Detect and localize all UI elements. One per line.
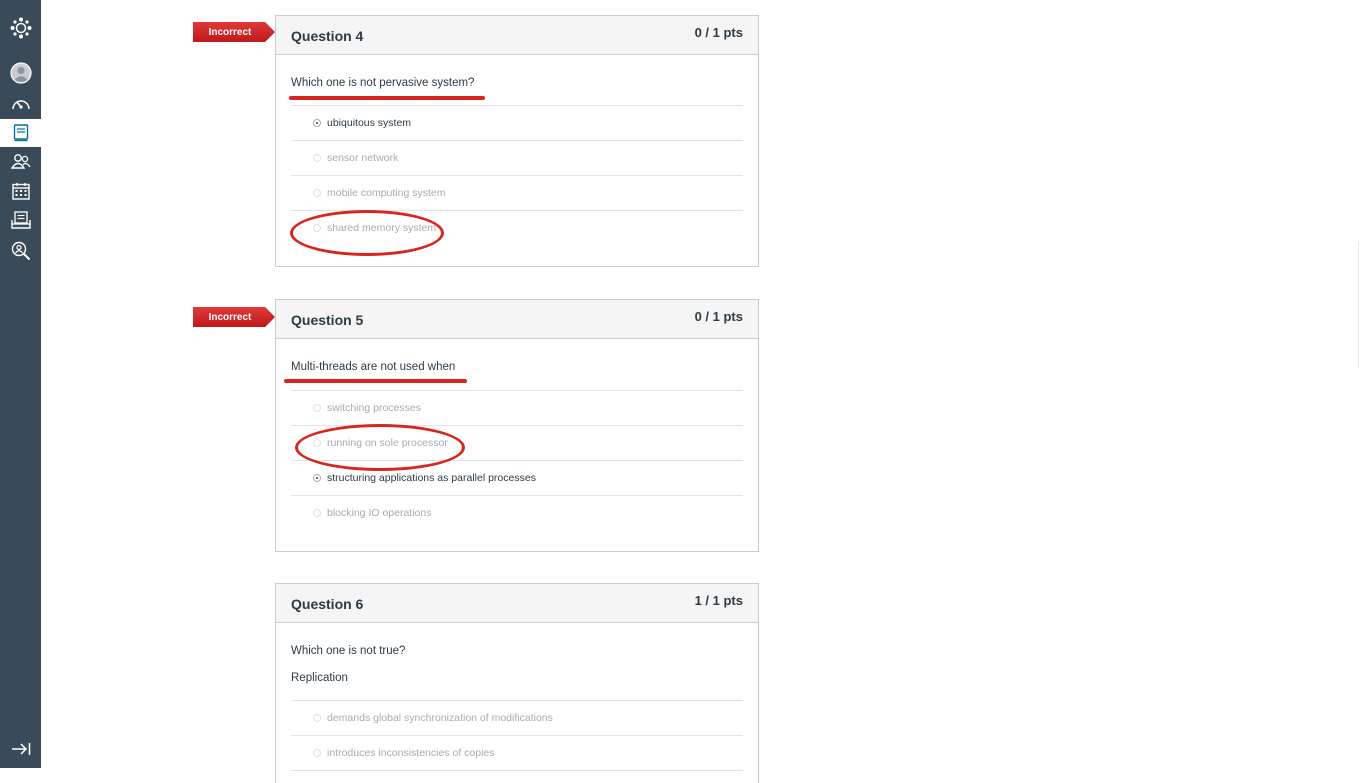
radio-icon[interactable] — [313, 119, 321, 127]
question-card: Question 6 1 / 1 pts Which one is not tr… — [275, 583, 759, 783]
incorrect-badge: Incorrect — [193, 307, 275, 327]
incorrect-badge: Incorrect — [193, 22, 275, 42]
answer-label: structuring applications as parallel pro… — [327, 472, 536, 484]
answer-option[interactable]: sensor network — [291, 141, 743, 176]
radio-icon[interactable] — [313, 749, 321, 757]
answer-label: demands global synchronization of modifi… — [327, 712, 553, 724]
groups-icon[interactable] — [0, 147, 41, 175]
annotation-underline — [289, 96, 485, 100]
question-text: Multi-threads are not used when — [291, 361, 456, 373]
answer-option[interactable]: switching processes — [291, 391, 743, 426]
account-icon[interactable] — [0, 59, 41, 87]
answer-label: switching processes — [327, 402, 421, 414]
question-text: Replication — [291, 672, 348, 684]
collapse-nav-icon[interactable] — [0, 735, 41, 763]
radio-icon[interactable] — [313, 154, 321, 162]
answer-label: blocking IO operations — [327, 507, 432, 519]
radio-icon[interactable] — [313, 404, 321, 412]
answer-label: introduces inconsistencies of copies — [327, 747, 495, 759]
question-title: Question 6 — [291, 596, 364, 612]
answer-option[interactable]: introduces inconsistencies of copies — [291, 736, 743, 771]
question-title: Question 4 — [291, 28, 364, 44]
answer-label: ubiquitous system — [327, 117, 412, 129]
answer-label: sensor network — [327, 152, 399, 164]
scrollbar[interactable] — [1358, 242, 1366, 368]
question-points: 0 / 1 pts — [694, 25, 743, 40]
annotation-underline — [284, 379, 467, 383]
inbox-icon[interactable] — [0, 206, 41, 234]
question-points: 0 / 1 pts — [694, 309, 743, 324]
annotation-circle — [295, 424, 465, 471]
radio-icon[interactable] — [313, 189, 321, 197]
radio-icon[interactable] — [313, 714, 321, 722]
answer-option[interactable]: mobile computing system — [291, 176, 743, 211]
annotation-circle — [290, 210, 444, 256]
question-points: 1 / 1 pts — [694, 593, 743, 608]
question-header: Question 5 0 / 1 pts — [276, 300, 758, 339]
question-header: Question 4 0 / 1 pts — [276, 16, 758, 55]
dashboard-icon[interactable] — [0, 90, 41, 118]
question-title: Question 5 — [291, 312, 364, 328]
question-header: Question 6 1 / 1 pts — [276, 584, 758, 623]
answer-label: mobile computing system — [327, 187, 446, 199]
calendar-icon[interactable] — [0, 177, 41, 205]
answer-option[interactable]: demands global synchronization of modifi… — [291, 701, 743, 736]
question-text: Which one is not pervasive system? — [291, 77, 475, 89]
answer-option[interactable]: blocking IO operations — [291, 496, 743, 530]
global-nav — [0, 0, 41, 768]
commons-icon[interactable] — [0, 237, 41, 265]
radio-icon[interactable] — [313, 474, 321, 482]
courses-icon[interactable] — [0, 119, 41, 147]
radio-icon[interactable] — [313, 509, 321, 517]
canvas-logo-icon[interactable] — [0, 14, 41, 42]
answer-option[interactable]: ubiquitous system — [291, 106, 743, 141]
question-text: Which one is not true? — [291, 645, 406, 657]
